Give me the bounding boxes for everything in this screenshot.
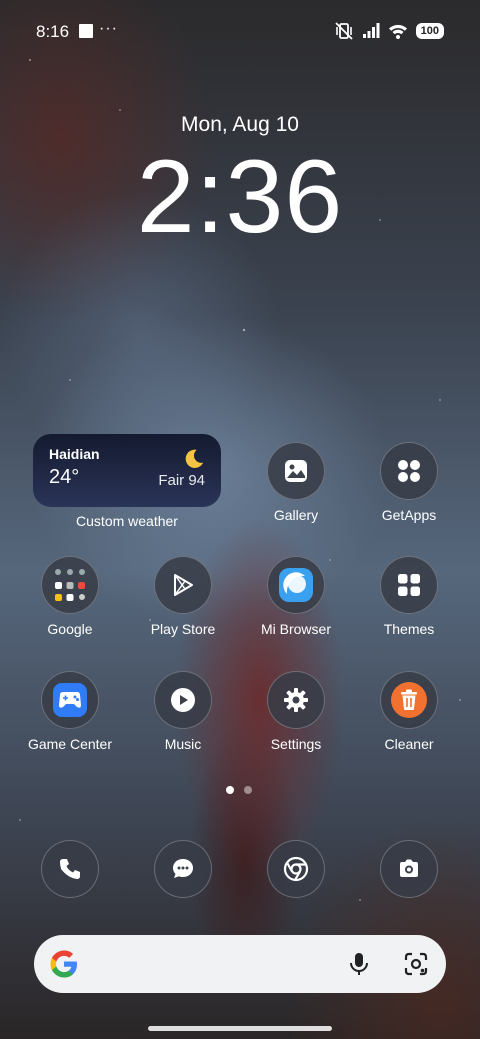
cleaner-trash-icon	[391, 682, 427, 718]
weather-widget-label: Custom weather	[76, 513, 178, 529]
app-gallery[interactable]: Gallery	[241, 442, 351, 523]
messaging-icon	[173, 859, 193, 878]
game-center-icon	[53, 683, 87, 717]
folder-google[interactable]: Google	[15, 556, 125, 637]
app-settings[interactable]: Settings	[241, 671, 351, 752]
google-g-icon	[50, 950, 77, 978]
status-time: 8:16	[36, 22, 70, 41]
settings-gear-icon	[284, 688, 308, 712]
vibrate-off-icon	[335, 22, 353, 40]
app-mi-browser[interactable]: Mi Browser	[241, 556, 351, 637]
page-dot-active	[226, 786, 234, 794]
app-play-store[interactable]: Play Store	[128, 556, 238, 637]
camera-icon	[400, 859, 418, 877]
google-search-bar[interactable]	[34, 935, 446, 993]
moon-icon	[185, 449, 204, 468]
app-label: Cleaner	[384, 736, 434, 752]
lockscreen-date[interactable]: Mon, Aug 10	[0, 113, 480, 137]
app-music[interactable]: Music	[128, 671, 238, 752]
more-notifications-icon: ···	[99, 20, 118, 37]
weather-city: Haidian	[49, 446, 100, 462]
page-indicator[interactable]	[226, 786, 252, 794]
battery-icon: 100	[415, 23, 444, 39]
app-label: Themes	[383, 621, 435, 637]
gallery-icon	[285, 460, 307, 482]
app-label: Music	[164, 736, 202, 752]
mi-browser-icon	[279, 568, 313, 602]
app-game-center[interactable]: Game Center	[15, 671, 125, 752]
dock-camera[interactable]	[354, 840, 464, 898]
status-bar: 8:16 ··· 100	[0, 0, 480, 64]
signal-icon	[362, 23, 380, 38]
gesture-nav-handle[interactable]	[148, 1026, 332, 1031]
dock-messaging[interactable]	[128, 840, 238, 898]
lens-icon[interactable]	[402, 950, 430, 978]
clock-widget[interactable]: 2:36	[0, 140, 480, 255]
app-cleaner[interactable]: Cleaner	[354, 671, 464, 752]
music-icon	[171, 688, 195, 712]
app-label: Play Store	[150, 621, 216, 637]
google-folder-icon	[55, 569, 85, 601]
getapps-icon	[398, 460, 420, 482]
app-getapps[interactable]: GetApps	[354, 442, 464, 523]
chrome-icon	[283, 856, 309, 882]
phone-icon	[60, 859, 80, 879]
app-label: Google	[47, 621, 93, 637]
app-label: Settings	[270, 736, 322, 752]
notification-square-icon	[79, 24, 93, 38]
themes-icon	[398, 574, 420, 596]
dock-phone[interactable]	[15, 840, 125, 898]
weather-condition: Fair 94	[158, 472, 205, 489]
app-themes[interactable]: Themes	[354, 556, 464, 637]
wifi-icon	[388, 24, 407, 39]
microphone-icon[interactable]	[345, 950, 373, 978]
app-label: GetApps	[381, 507, 437, 523]
play-store-icon	[174, 574, 193, 596]
dock-chrome[interactable]	[241, 840, 351, 898]
app-label: Mi Browser	[260, 621, 331, 637]
app-label: Gallery	[273, 507, 319, 523]
page-dot	[244, 786, 252, 794]
app-label: Game Center	[27, 736, 113, 752]
weather-widget[interactable]: Haidian 24° Fair 94	[33, 434, 221, 507]
